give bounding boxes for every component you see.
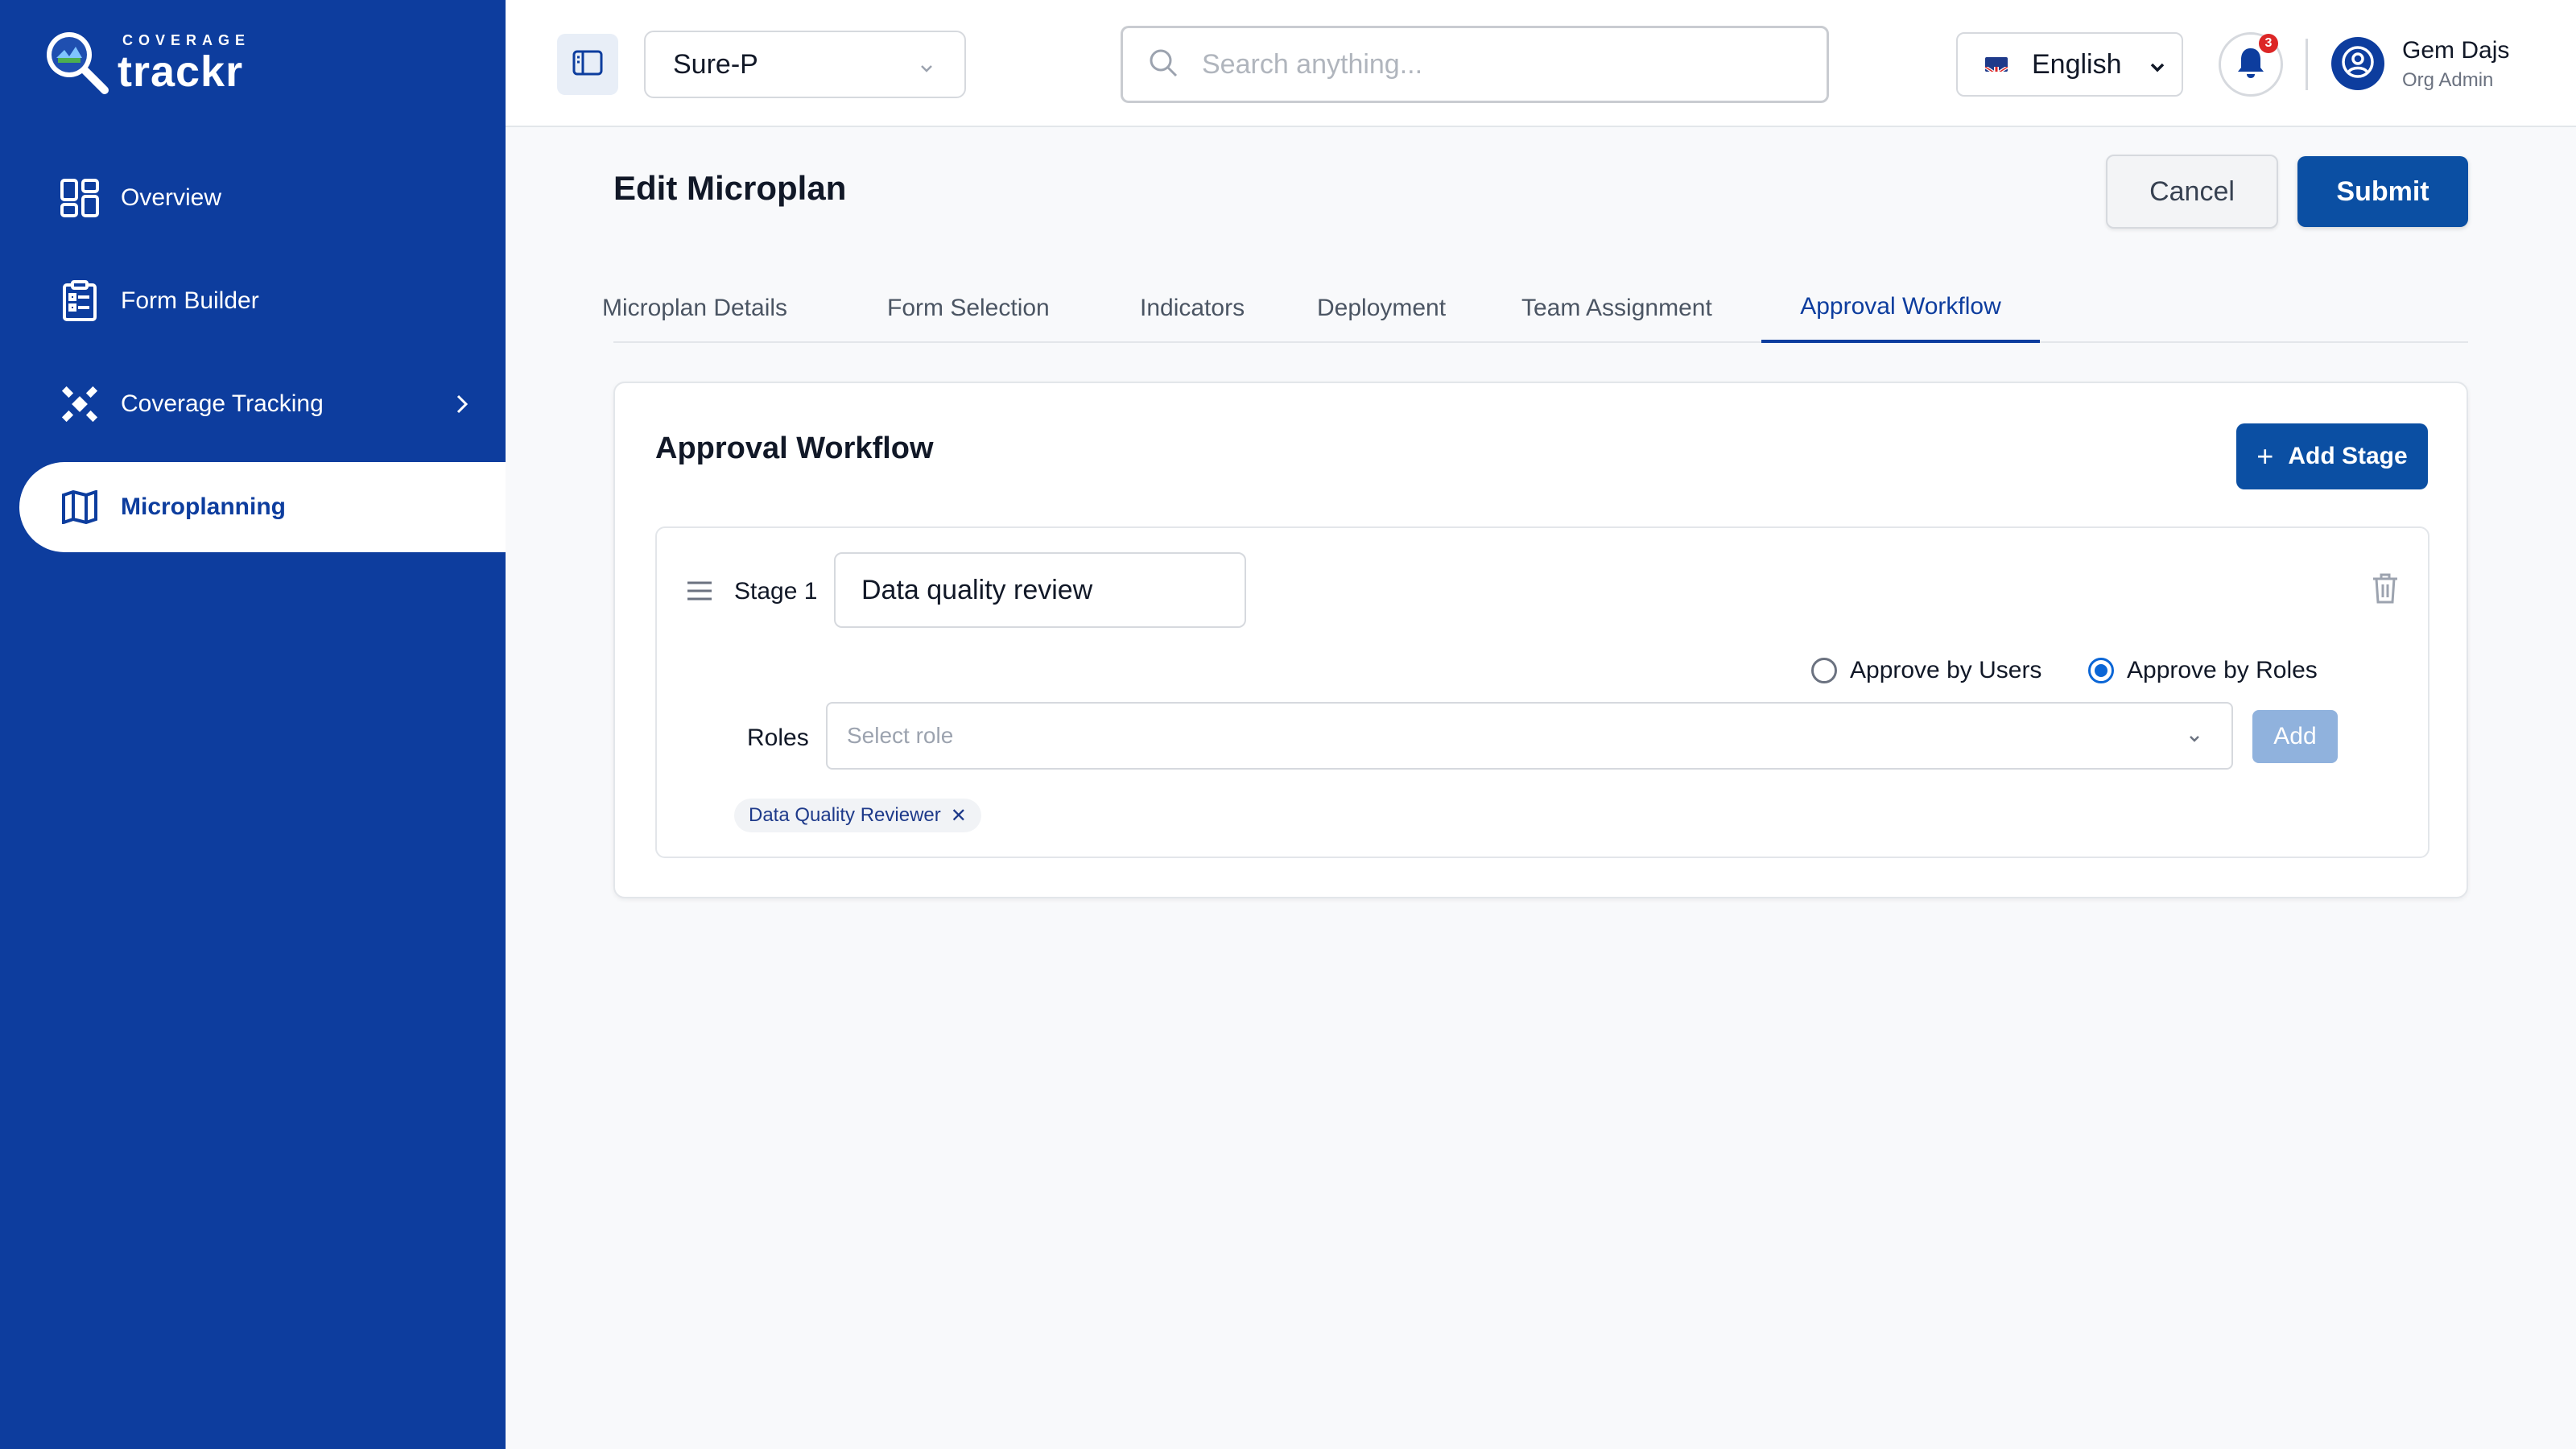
radio-label: Approve by Users xyxy=(1850,657,2042,683)
avatar[interactable] xyxy=(2331,37,2384,90)
uk-flag-icon xyxy=(1985,57,2008,72)
app-logo[interactable]: COVERAGE trackr xyxy=(40,26,250,100)
stage-label: Stage 1 xyxy=(734,578,818,605)
stage-name-input[interactable]: Data quality review xyxy=(834,552,1246,628)
user-role: Org Admin xyxy=(2402,69,2494,91)
submit-button[interactable]: Submit xyxy=(2297,156,2468,227)
tab-label: Deployment xyxy=(1317,295,1447,321)
tab-form-selection[interactable]: Form Selection xyxy=(887,274,1050,343)
bell-icon xyxy=(2236,47,2265,83)
tab-label: Microplan Details xyxy=(601,295,788,321)
logo-tagline: COVERAGE xyxy=(122,31,251,48)
user-name[interactable]: Gem Dajs xyxy=(2402,37,2509,64)
tab-microplan-details[interactable]: Microplan Details xyxy=(602,274,787,343)
sidebar-toggle-button[interactable] xyxy=(557,34,618,95)
clipboard-icon xyxy=(58,279,101,323)
search-box[interactable] xyxy=(1121,26,1829,103)
chevron-down-icon xyxy=(2185,728,2204,753)
drag-handle-icon[interactable] xyxy=(686,580,713,606)
panel-left-icon xyxy=(572,50,603,80)
add-stage-button[interactable]: + Add Stage xyxy=(2236,423,2428,489)
chevron-down-icon xyxy=(2146,55,2169,86)
radio-circle xyxy=(1811,658,1837,683)
sidebar: COVERAGE trackr Overview Form Builder Co… xyxy=(0,0,506,1449)
page-title: Edit Microplan xyxy=(613,169,847,207)
approve-by-roles-radio[interactable]: Approve by Roles xyxy=(2088,657,2318,684)
add-role-button[interactable]: Add xyxy=(2252,710,2338,763)
chevron-down-icon xyxy=(916,55,937,86)
radio-label: Approve by Roles xyxy=(2127,657,2318,683)
language-select[interactable]: English xyxy=(1956,32,2183,97)
sidebar-item-coverage-tracking[interactable]: Coverage Tracking xyxy=(19,359,506,449)
project-select[interactable]: Sure-P xyxy=(644,31,966,98)
tab-label: Approval Workflow xyxy=(1800,293,2001,320)
plus-icon: + xyxy=(2256,440,2274,473)
logo-name: trackr xyxy=(118,47,244,96)
project-select-value: Sure-P xyxy=(673,48,758,80)
sidebar-item-label: Form Builder xyxy=(121,287,259,314)
sidebar-item-microplanning[interactable]: Microplanning xyxy=(19,462,506,552)
divider xyxy=(2306,39,2308,90)
logo-magnifier-icon xyxy=(40,26,114,100)
tab-deployment[interactable]: Deployment xyxy=(1317,274,1446,343)
tab-team-assignment[interactable]: Team Assignment xyxy=(1521,274,1712,343)
sidebar-item-label: Overview xyxy=(121,184,222,211)
sidebar-item-form-builder[interactable]: Form Builder xyxy=(19,256,506,346)
user-circle-icon xyxy=(2340,44,2376,84)
trash-icon[interactable] xyxy=(2372,573,2399,608)
chevron-right-icon[interactable] xyxy=(446,388,478,420)
satellite-icon xyxy=(58,382,101,426)
role-select-placeholder: Select role xyxy=(847,723,954,748)
card-title: Approval Workflow xyxy=(655,431,934,465)
approval-workflow-card: Approval Workflow + Add Stage Stage 1 Da… xyxy=(613,382,2468,898)
tab-label: Indicators xyxy=(1140,295,1245,321)
sidebar-item-overview[interactable]: Overview xyxy=(19,153,506,243)
notification-count-badge: 3 xyxy=(2259,34,2278,53)
approve-by-users-radio[interactable]: Approve by Users xyxy=(1811,657,2041,684)
tab-indicators[interactable]: Indicators xyxy=(1140,274,1245,343)
sidebar-item-label: Coverage Tracking xyxy=(121,390,324,417)
grid-icon xyxy=(58,176,101,220)
map-icon xyxy=(58,485,101,529)
tab-label: Form Selection xyxy=(887,295,1050,321)
tab-bar: Microplan Details Form Selection Indicat… xyxy=(602,274,2468,343)
role-chip-label: Data Quality Reviewer xyxy=(749,804,941,826)
roles-label: Roles xyxy=(747,724,809,751)
stage-row: Stage 1 Data quality review Approve by U… xyxy=(655,526,2429,858)
add-stage-label: Add Stage xyxy=(2288,443,2408,469)
language-select-value: English xyxy=(2032,48,2122,80)
search-input[interactable] xyxy=(1202,48,1814,80)
role-chip: Data Quality Reviewer ✕ xyxy=(734,799,981,832)
tab-label: Team Assignment xyxy=(1521,295,1712,321)
cancel-button[interactable]: Cancel xyxy=(2106,155,2278,229)
search-icon xyxy=(1147,47,1179,83)
radio-circle-selected xyxy=(2088,658,2114,683)
sidebar-item-label: Microplanning xyxy=(121,493,286,520)
role-select[interactable]: Select role xyxy=(826,702,2233,770)
tab-approval-workflow[interactable]: Approval Workflow xyxy=(1761,274,2040,343)
close-icon[interactable]: ✕ xyxy=(951,804,967,828)
